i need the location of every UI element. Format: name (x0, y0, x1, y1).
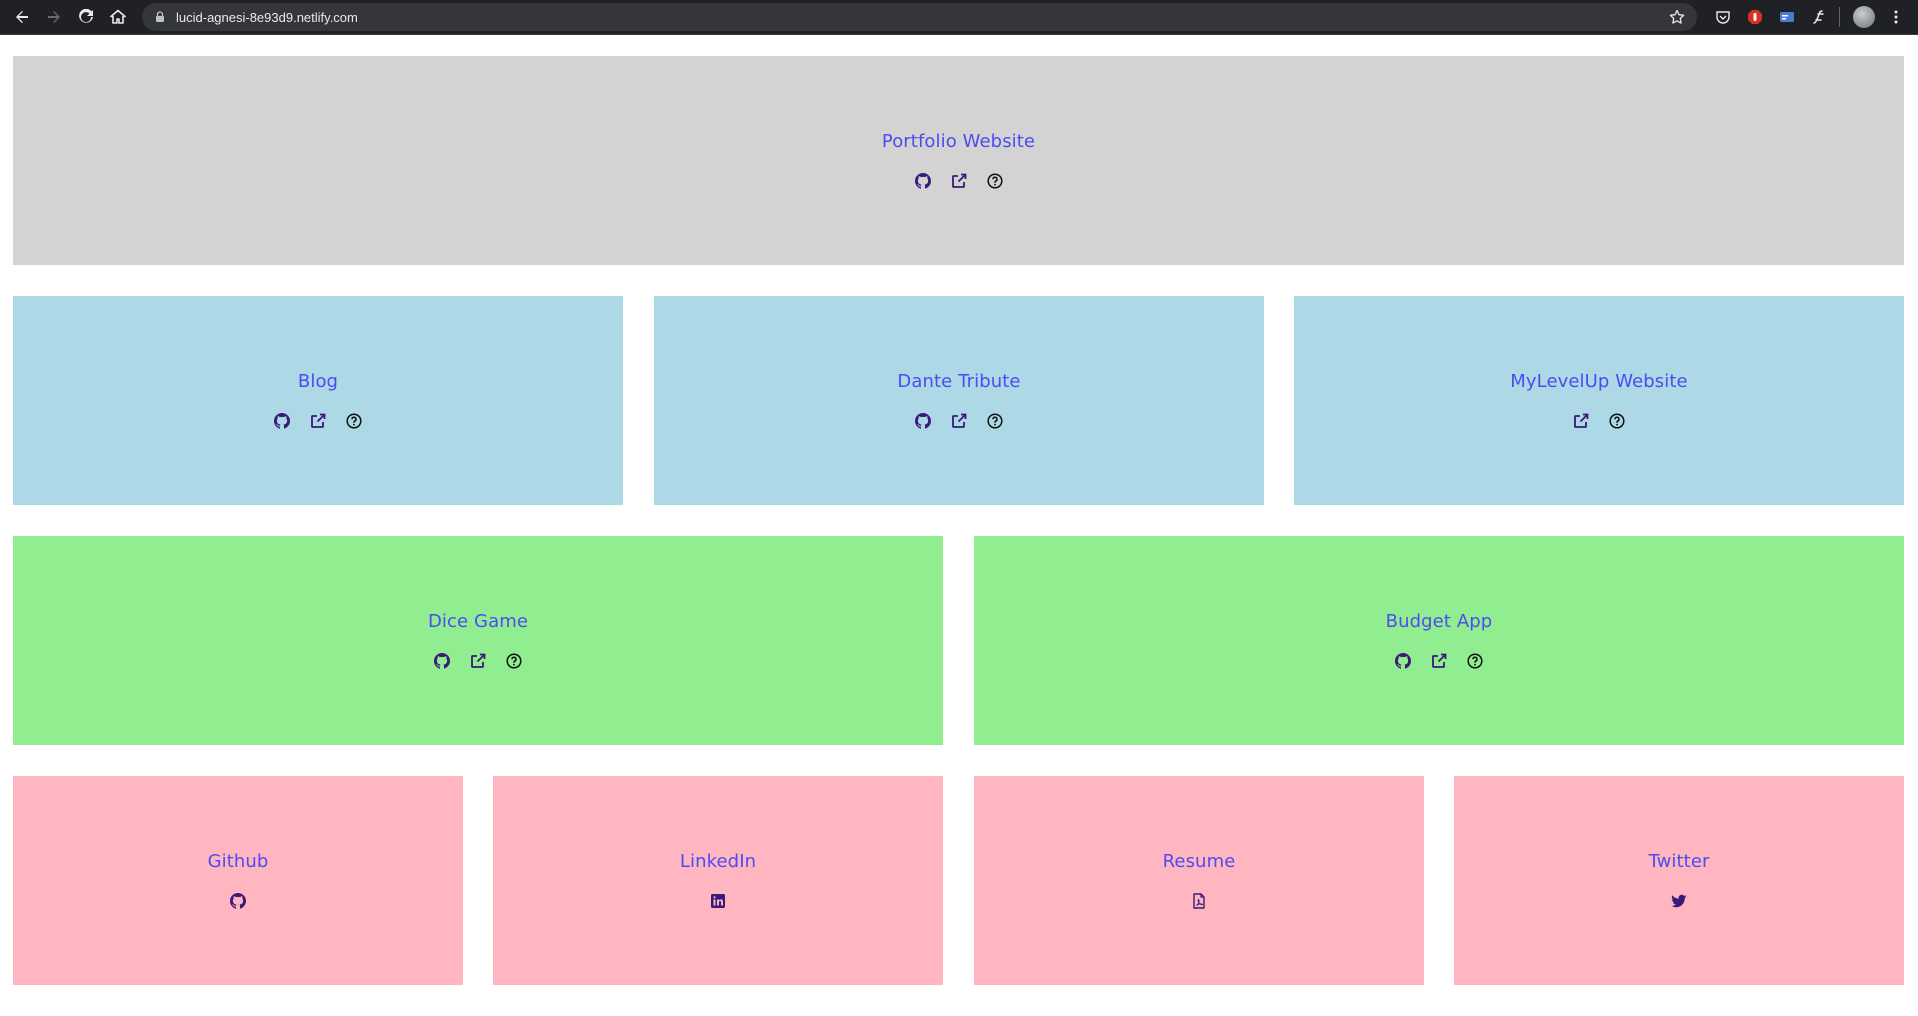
help-icon[interactable] (986, 172, 1004, 190)
home-icon (110, 9, 126, 24)
script-icon (1813, 10, 1824, 24)
twitter-icon[interactable] (1670, 892, 1688, 910)
back-button[interactable] (8, 3, 36, 31)
external-link-icon[interactable] (950, 172, 968, 190)
help-icon[interactable] (986, 412, 1004, 430)
project-card-blog: Blog (13, 296, 623, 505)
github-icon[interactable] (229, 892, 247, 910)
social-title: Github (207, 851, 269, 872)
home-button[interactable] (104, 3, 132, 31)
project-title: Dante Tribute (897, 371, 1021, 392)
script-extension[interactable] (1805, 3, 1833, 31)
help-icon[interactable] (345, 412, 363, 430)
social-card-resume[interactable]: Resume (974, 776, 1424, 985)
project-title: Dice Game (427, 611, 529, 632)
kebab-menu-icon (1894, 10, 1898, 24)
social-card-linkedin[interactable]: LinkedIn (493, 776, 943, 985)
help-icon[interactable] (1466, 652, 1484, 670)
linkedin-icon[interactable] (709, 892, 727, 910)
pdf-icon[interactable] (1190, 892, 1208, 910)
toolbar-separator (1839, 7, 1840, 27)
forward-button[interactable] (40, 3, 68, 31)
github-icon[interactable] (433, 652, 451, 670)
card-extension[interactable] (1773, 3, 1801, 31)
project-title: Portfolio Website (881, 131, 1036, 152)
github-icon[interactable] (273, 412, 291, 430)
url-text: lucid-agnesi-8e93d9.netlify.com (176, 9, 358, 25)
social-card-github[interactable]: Github (13, 776, 463, 985)
project-title: Blog (297, 371, 339, 392)
avatar (1853, 6, 1875, 28)
help-icon[interactable] (1608, 412, 1626, 430)
project-title: Budget App (1385, 611, 1493, 632)
profile-button[interactable] (1850, 3, 1878, 31)
address-bar[interactable]: lucid-agnesi-8e93d9.netlify.com (142, 3, 1697, 31)
external-link-icon[interactable] (309, 412, 327, 430)
pocket-icon (1716, 11, 1730, 24)
reload-icon (79, 9, 93, 23)
github-icon[interactable] (1394, 652, 1412, 670)
help-icon[interactable] (505, 652, 523, 670)
menu-button[interactable] (1882, 3, 1910, 31)
external-link-icon[interactable] (950, 412, 968, 430)
reload-button[interactable] (72, 3, 100, 31)
project-card-budget-app: Budget App (974, 536, 1904, 745)
bookmark-star-icon[interactable] (1669, 9, 1685, 25)
arrow-left-icon (16, 11, 28, 23)
github-icon[interactable] (914, 412, 932, 430)
page-content: Portfolio Website Blog Dante Tribute MyL… (0, 35, 1918, 1016)
social-card-twitter[interactable]: Twitter (1454, 776, 1904, 985)
pocket-extension[interactable] (1709, 3, 1737, 31)
project-card-portfolio: Portfolio Website (13, 56, 1904, 265)
stop-hand-icon (1748, 10, 1762, 24)
project-title: MyLevelUp Website (1510, 371, 1688, 392)
external-link-icon[interactable] (1430, 652, 1448, 670)
github-icon[interactable] (914, 172, 932, 190)
browser-toolbar: lucid-agnesi-8e93d9.netlify.com (0, 0, 1918, 35)
social-title: LinkedIn (679, 851, 757, 872)
project-card-mylevelup: MyLevelUp Website (1294, 296, 1904, 505)
external-link-icon[interactable] (1572, 412, 1590, 430)
social-title: Twitter (1648, 851, 1710, 872)
external-link-icon[interactable] (469, 652, 487, 670)
lock-icon (156, 11, 164, 22)
card-icon (1780, 12, 1794, 22)
project-card-dante-tribute: Dante Tribute (654, 296, 1264, 505)
social-title: Resume (1162, 851, 1236, 872)
arrow-right-icon (48, 11, 60, 23)
adblock-extension[interactable] (1741, 3, 1769, 31)
project-card-dice-game: Dice Game (13, 536, 943, 745)
